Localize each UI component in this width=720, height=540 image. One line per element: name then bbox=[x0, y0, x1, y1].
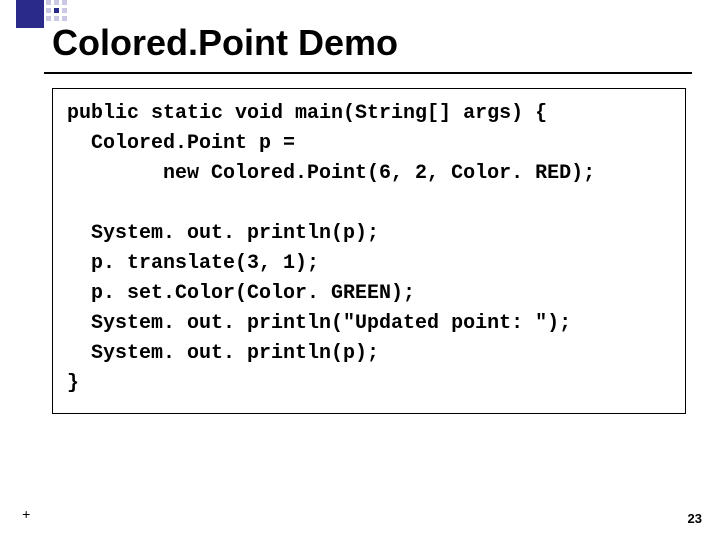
slide-title: Colored.Point Demo bbox=[52, 22, 398, 64]
accent-square bbox=[16, 0, 44, 28]
page-number: 23 bbox=[688, 511, 702, 526]
code-block: public static void main(String[] args) {… bbox=[52, 88, 686, 414]
title-underline bbox=[44, 72, 692, 74]
accent-dots bbox=[46, 0, 67, 21]
footer-plus: + bbox=[22, 508, 30, 524]
